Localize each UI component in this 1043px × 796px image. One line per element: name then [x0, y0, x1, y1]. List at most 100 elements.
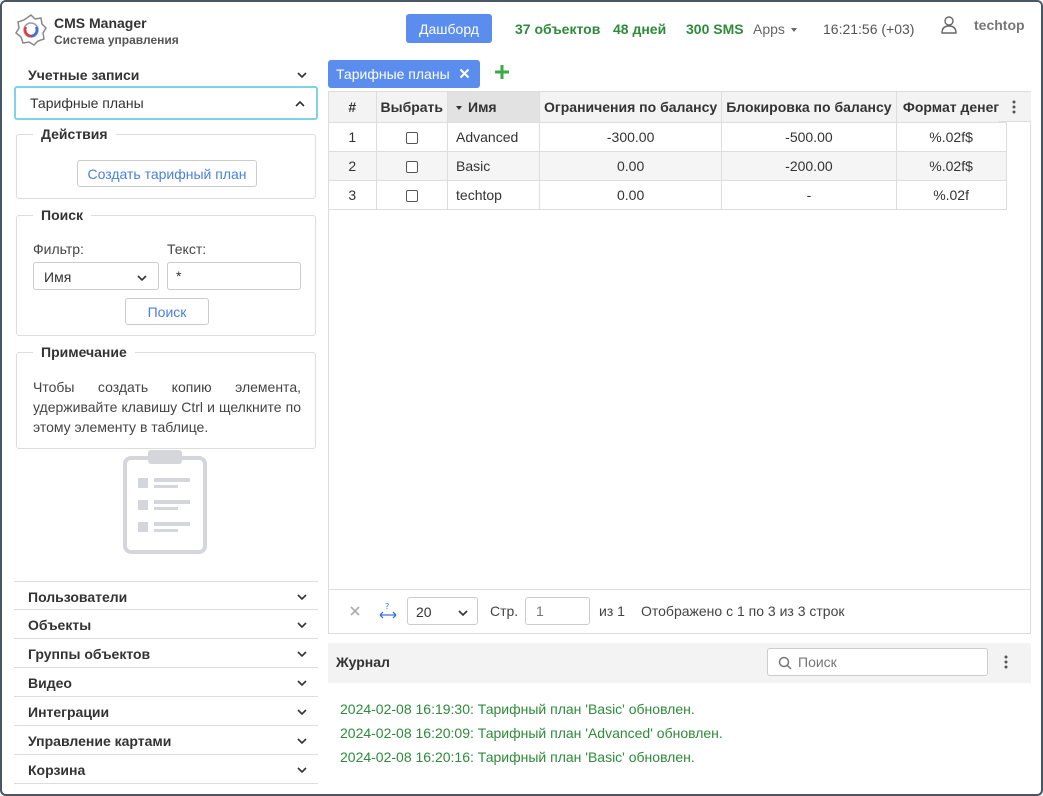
sidebar-item-users[interactable]: Пользователи [14, 581, 318, 610]
cell-balance-limit: 0.00 [539, 151, 723, 181]
chevron-down-icon [297, 709, 307, 716]
column-header-balance-block[interactable]: Блокировка по балансу [721, 92, 897, 123]
cell-index: 1 [329, 122, 377, 152]
cell-money-format: %.02f [896, 180, 1007, 210]
sidebar-item-label: Корзина [28, 762, 86, 778]
column-header-balance-limit[interactable]: Ограничения по балансу [539, 92, 723, 123]
chevron-down-icon [297, 622, 307, 629]
search-panel: Поиск Фильтр: Текст: Имя Поиск [16, 207, 316, 336]
add-tab-plus-icon[interactable] [494, 64, 510, 80]
cell-balance-limit: -300.00 [539, 122, 723, 152]
cell-balance-block: -500.00 [721, 122, 897, 152]
search-icon [778, 656, 792, 670]
text-label: Текст: [167, 241, 207, 257]
chevron-down-icon [297, 651, 307, 658]
log-search-box[interactable] [767, 648, 988, 676]
sidebar-item-trash[interactable]: Корзина [14, 755, 318, 784]
clock: 16:21:56 (+03) [823, 21, 915, 37]
column-header-label: Имя [468, 98, 497, 115]
log-entry: 2024-02-08 16:20:16: Тарифный план 'Basi… [340, 749, 695, 765]
cell-balance-limit: 0.00 [539, 180, 723, 210]
table-row[interactable]: 1 Advanced -300.00 -500.00 %.02f$ [329, 122, 1007, 152]
rows-summary: Отображено с 1 по 3 из 3 строк [641, 603, 845, 619]
cell-select [376, 180, 449, 210]
more-vertical-icon[interactable] [1004, 655, 1008, 669]
log-entries: 2024-02-08 16:19:30: Тарифный план 'Basi… [340, 699, 723, 771]
cell-name: Advanced [447, 122, 541, 152]
app-logo-icon [15, 14, 47, 46]
sidebar-item-label: Тарифные планы [30, 95, 144, 111]
sidebar-item-accounts[interactable]: Учетные записи [14, 60, 318, 89]
column-header-index[interactable]: # [329, 92, 377, 123]
tab-tariff-plans[interactable]: Тарифные планы [328, 60, 480, 88]
more-vertical-icon [1012, 100, 1016, 114]
log-header: Журнал [328, 643, 1031, 683]
chevron-down-icon [297, 680, 307, 687]
table-row[interactable]: 3 techtop 0.00 - %.02f [329, 180, 1007, 210]
column-header-select[interactable]: Выбрать [376, 92, 449, 123]
tariff-plans-grid: # Выбрать Имя Ограничения по балансу Бло… [328, 91, 1031, 634]
filter-value: Имя [44, 269, 72, 285]
cell-index: 3 [329, 180, 377, 210]
sidebar-item-tariff-plans[interactable]: Тарифные планы [14, 86, 318, 120]
cell-name: Basic [447, 151, 541, 181]
chevron-down-icon [297, 594, 307, 601]
top-bar: CMS Manager Система управления Дашборд 3… [2, 2, 1041, 58]
cell-select [376, 151, 449, 181]
sidebar-item-map-management[interactable]: Управление картами [14, 726, 318, 755]
column-header-name[interactable]: Имя [447, 92, 541, 123]
objects-count[interactable]: 37 объектов [515, 21, 600, 37]
column-header-money-format[interactable]: Формат денег [896, 92, 1007, 123]
close-icon[interactable] [459, 68, 470, 79]
clear-selection-icon[interactable] [349, 605, 361, 617]
sidebar-item-object-groups[interactable]: Группы объектов [14, 639, 318, 668]
sidebar-item-objects[interactable]: Объекты [14, 610, 318, 639]
chevron-down-icon [297, 72, 307, 79]
dashboard-button[interactable]: Дашборд [406, 14, 492, 43]
sidebar-item-label: Группы объектов [28, 646, 151, 662]
page-size-select[interactable]: 20 [407, 597, 478, 625]
chevron-down-icon [297, 738, 307, 745]
days-remaining[interactable]: 48 дней [613, 21, 666, 37]
cell-money-format: %.02f$ [896, 151, 1007, 181]
column-menu-button[interactable] [999, 92, 1031, 122]
sidebar-item-integrations[interactable]: Интеграции [14, 697, 318, 726]
app-window: CMS Manager Система управления Дашборд 3… [0, 0, 1043, 796]
apps-menu[interactable]: Apps [753, 21, 797, 37]
chevron-down-icon [458, 610, 468, 617]
row-checkbox[interactable] [405, 131, 418, 144]
log-entry: 2024-02-08 16:19:30: Тарифный план 'Basi… [340, 701, 695, 717]
sidebar: Учетные записи Тарифные планы Действия С… [14, 60, 318, 790]
cell-balance-block: - [721, 180, 897, 210]
sidebar-item-label: Учетные записи [28, 67, 140, 83]
sidebar-item-video[interactable]: Видео [14, 668, 318, 697]
page-label: Стр. [490, 603, 519, 619]
cell-index: 2 [329, 151, 377, 181]
search-button[interactable]: Поиск [125, 298, 209, 325]
page-count: из 1 [599, 603, 625, 619]
row-checkbox[interactable] [405, 160, 418, 173]
sms-count[interactable]: 300 SMS [686, 21, 744, 37]
cell-money-format: %.02f$ [896, 122, 1007, 152]
search-legend: Поиск [41, 207, 84, 223]
chevron-down-icon [137, 275, 147, 282]
data-table: # Выбрать Имя Ограничения по балансу Бло… [329, 92, 1007, 210]
sidebar-item-label: Управление картами [28, 733, 172, 749]
user-icon[interactable] [940, 15, 958, 35]
note-legend: Примечание [41, 344, 127, 360]
search-text-input[interactable] [167, 262, 301, 290]
row-checkbox[interactable] [405, 189, 418, 202]
actions-legend: Действия [41, 126, 108, 142]
page-number-input[interactable] [525, 597, 590, 625]
sidebar-item-label: Видео [28, 675, 72, 691]
autofit-columns-icon[interactable]: ? [379, 602, 397, 620]
cell-name: techtop [447, 180, 541, 210]
table-row[interactable]: 2 Basic 0.00 -200.00 %.02f$ [329, 151, 1007, 181]
log-search-input[interactable] [798, 653, 978, 671]
actions-panel: Действия Создать тарифный план [16, 126, 316, 199]
note-panel: Примечание Чтобы создать копию элемента,… [16, 344, 316, 449]
create-tariff-plan-button[interactable]: Создать тарифный план [77, 160, 257, 187]
sidebar-item-label: Пользователи [28, 589, 128, 605]
username[interactable]: techtop [974, 17, 1025, 33]
filter-select[interactable]: Имя [33, 262, 159, 290]
